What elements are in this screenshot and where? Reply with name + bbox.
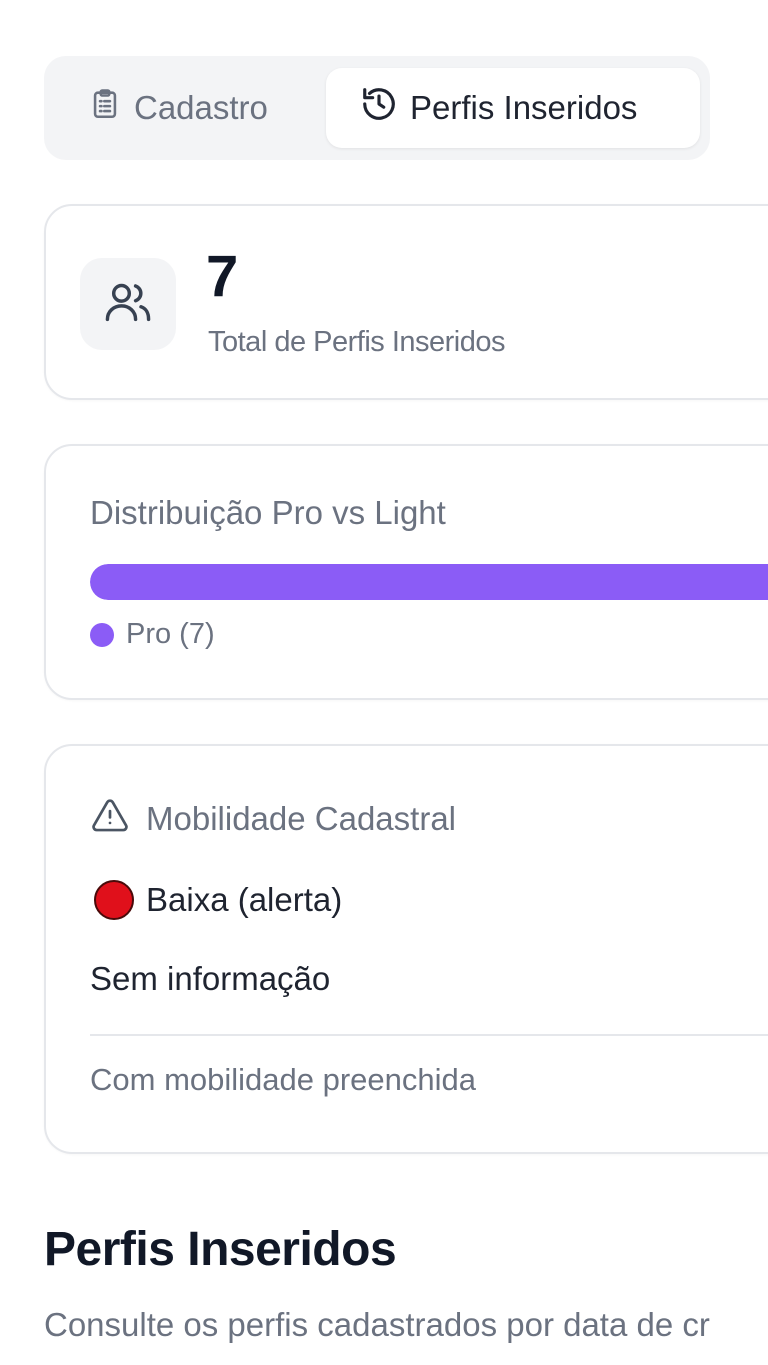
total-profiles-value: 7 — [206, 244, 239, 309]
distribution-bar — [90, 564, 768, 600]
warning-triangle-icon — [90, 796, 130, 842]
mobility-info: Sem informação — [90, 960, 331, 997]
mobility-card: Mobilidade Cadastral Baixa (alerta) Sem … — [44, 744, 768, 1154]
tab-perfis-inseridos-label: Perfis Inseridos — [410, 89, 638, 126]
tab-cadastro[interactable]: Cadastro — [88, 68, 268, 148]
status-dot-icon — [94, 880, 134, 920]
total-profiles-card: 7 Total de Perfis Inseridos — [44, 204, 768, 400]
tab-cadastro-label: Cadastro — [134, 89, 268, 126]
clipboard-icon — [88, 85, 122, 131]
section-subtitle: Consulte os perfis cadastrados por data … — [44, 1306, 710, 1343]
mobility-header: Mobilidade Cadastral — [90, 796, 456, 842]
users-icon-box — [80, 258, 176, 350]
page: Cadastro Perfis Inseridos 7 Total de Per… — [0, 0, 768, 1365]
tab-perfis-inseridos[interactable]: Perfis Inseridos — [326, 68, 700, 148]
distribution-card: Distribuição Pro vs Light Pro (7) — [44, 444, 768, 700]
history-icon — [360, 85, 398, 131]
distribution-legend: Pro (7) — [90, 618, 215, 651]
users-icon — [102, 276, 154, 333]
mobility-title: Mobilidade Cadastral — [146, 800, 457, 837]
divider — [90, 1034, 768, 1036]
mobility-status-label: Baixa (alerta) — [146, 881, 343, 918]
legend-dot-pro — [90, 622, 114, 647]
mobility-footer: Com mobilidade preenchida — [90, 1062, 477, 1097]
distribution-bar-pro-fill — [90, 564, 768, 600]
distribution-title: Distribuição Pro vs Light — [90, 494, 446, 531]
total-profiles-label: Total de Perfis Inseridos — [208, 326, 505, 358]
mobility-status: Baixa (alerta) — [94, 880, 342, 920]
tab-bar: Cadastro Perfis Inseridos — [44, 56, 710, 160]
section-title: Perfis Inseridos — [44, 1223, 397, 1276]
legend-label-pro: Pro (7) — [126, 618, 215, 650]
